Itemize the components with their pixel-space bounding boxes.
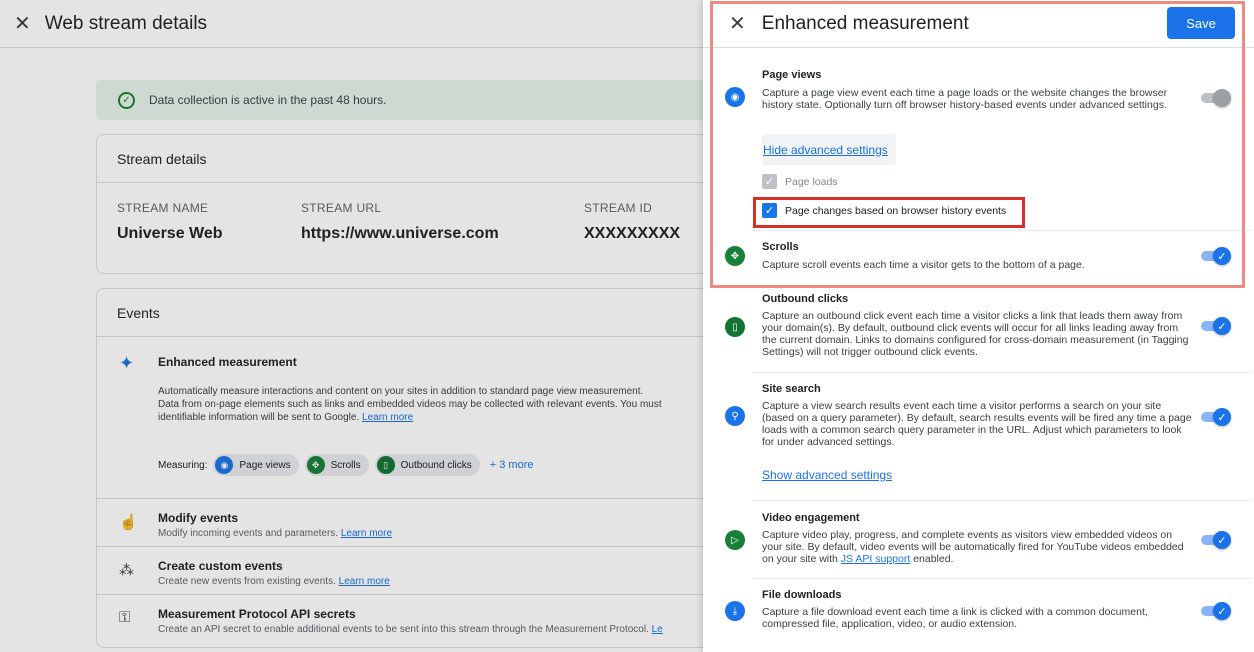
site-search-title: Site search <box>762 383 821 395</box>
divider <box>752 578 1252 579</box>
outbound-clicks-desc: Capture an outbound click event each tim… <box>762 310 1189 358</box>
toggle-knob: ✓ <box>1213 531 1231 549</box>
video-desc-tail: enabled. <box>910 553 954 565</box>
outbound-clicks-toggle[interactable]: ✓ <box>1201 317 1233 335</box>
video-desc-text: Capture video play, progress, and comple… <box>762 529 1184 565</box>
panel-header: ✕ Enhanced measurement Save <box>703 0 1254 48</box>
file-downloads-title: File downloads <box>762 589 842 601</box>
js-api-support-link[interactable]: JS API support <box>841 553 910 565</box>
scroll-icon: ✥ <box>725 246 745 266</box>
page-views-toggle[interactable] <box>1201 89 1233 107</box>
video-engagement-title: Video engagement <box>762 512 860 524</box>
scrolls-toggle[interactable]: ✓ <box>1201 247 1233 265</box>
video-engagement-desc: Capture video play, progress, and comple… <box>762 529 1192 565</box>
close-icon[interactable]: ✕ <box>729 11 746 36</box>
hide-advanced-settings-link[interactable]: Hide advanced settings <box>763 143 888 157</box>
play-icon: ▷ <box>725 530 745 550</box>
panel-title: Enhanced measurement <box>761 12 969 34</box>
page-changes-checkbox[interactable]: ✓ <box>762 203 777 218</box>
toggle-knob: ✓ <box>1213 602 1231 620</box>
toggle-knob: ✓ <box>1213 408 1231 426</box>
video-engagement-toggle[interactable]: ✓ <box>1201 531 1233 549</box>
divider <box>752 230 1252 231</box>
file-downloads-toggle[interactable]: ✓ <box>1201 602 1233 620</box>
page-changes-label: Page changes based on browser history ev… <box>785 204 1007 217</box>
eye-icon: ◉ <box>725 87 745 107</box>
save-button[interactable]: Save <box>1167 7 1235 39</box>
show-advanced-settings-link[interactable]: Show advanced settings <box>762 468 892 482</box>
toggle-knob: ✓ <box>1213 317 1231 335</box>
toggle-knob: ✓ <box>1213 247 1231 265</box>
search-icon: ⚲ <box>725 406 745 426</box>
page-views-desc: Capture a page view event each time a pa… <box>762 87 1168 111</box>
page-loads-checkbox-row: ✓ Page loads <box>762 174 838 189</box>
hide-advanced-settings-button[interactable]: Hide advanced settings <box>762 134 896 165</box>
scrolls-title: Scrolls <box>762 241 799 253</box>
site-search-toggle[interactable]: ✓ <box>1201 408 1233 426</box>
outbound-clicks-title: Outbound clicks <box>762 293 849 305</box>
download-icon: ⤓ <box>725 601 745 621</box>
enhanced-measurement-panel: ✕ Enhanced measurement Save ◉ Page views… <box>703 0 1254 652</box>
page-loads-checkbox: ✓ <box>762 174 777 189</box>
page-loads-label: Page loads <box>785 175 838 188</box>
divider <box>752 372 1252 373</box>
site-search-desc: Capture a view search results event each… <box>762 400 1192 448</box>
scrolls-desc: Capture scroll events each time a visito… <box>762 259 1085 271</box>
page-views-title: Page views <box>762 69 822 81</box>
mouse-icon: ▯ <box>725 317 745 337</box>
toggle-knob <box>1213 89 1231 107</box>
file-downloads-desc: Capture a file download event each time … <box>762 606 1148 630</box>
page-changes-checkbox-row[interactable]: ✓ Page changes based on browser history … <box>762 203 1006 218</box>
divider <box>752 500 1252 501</box>
